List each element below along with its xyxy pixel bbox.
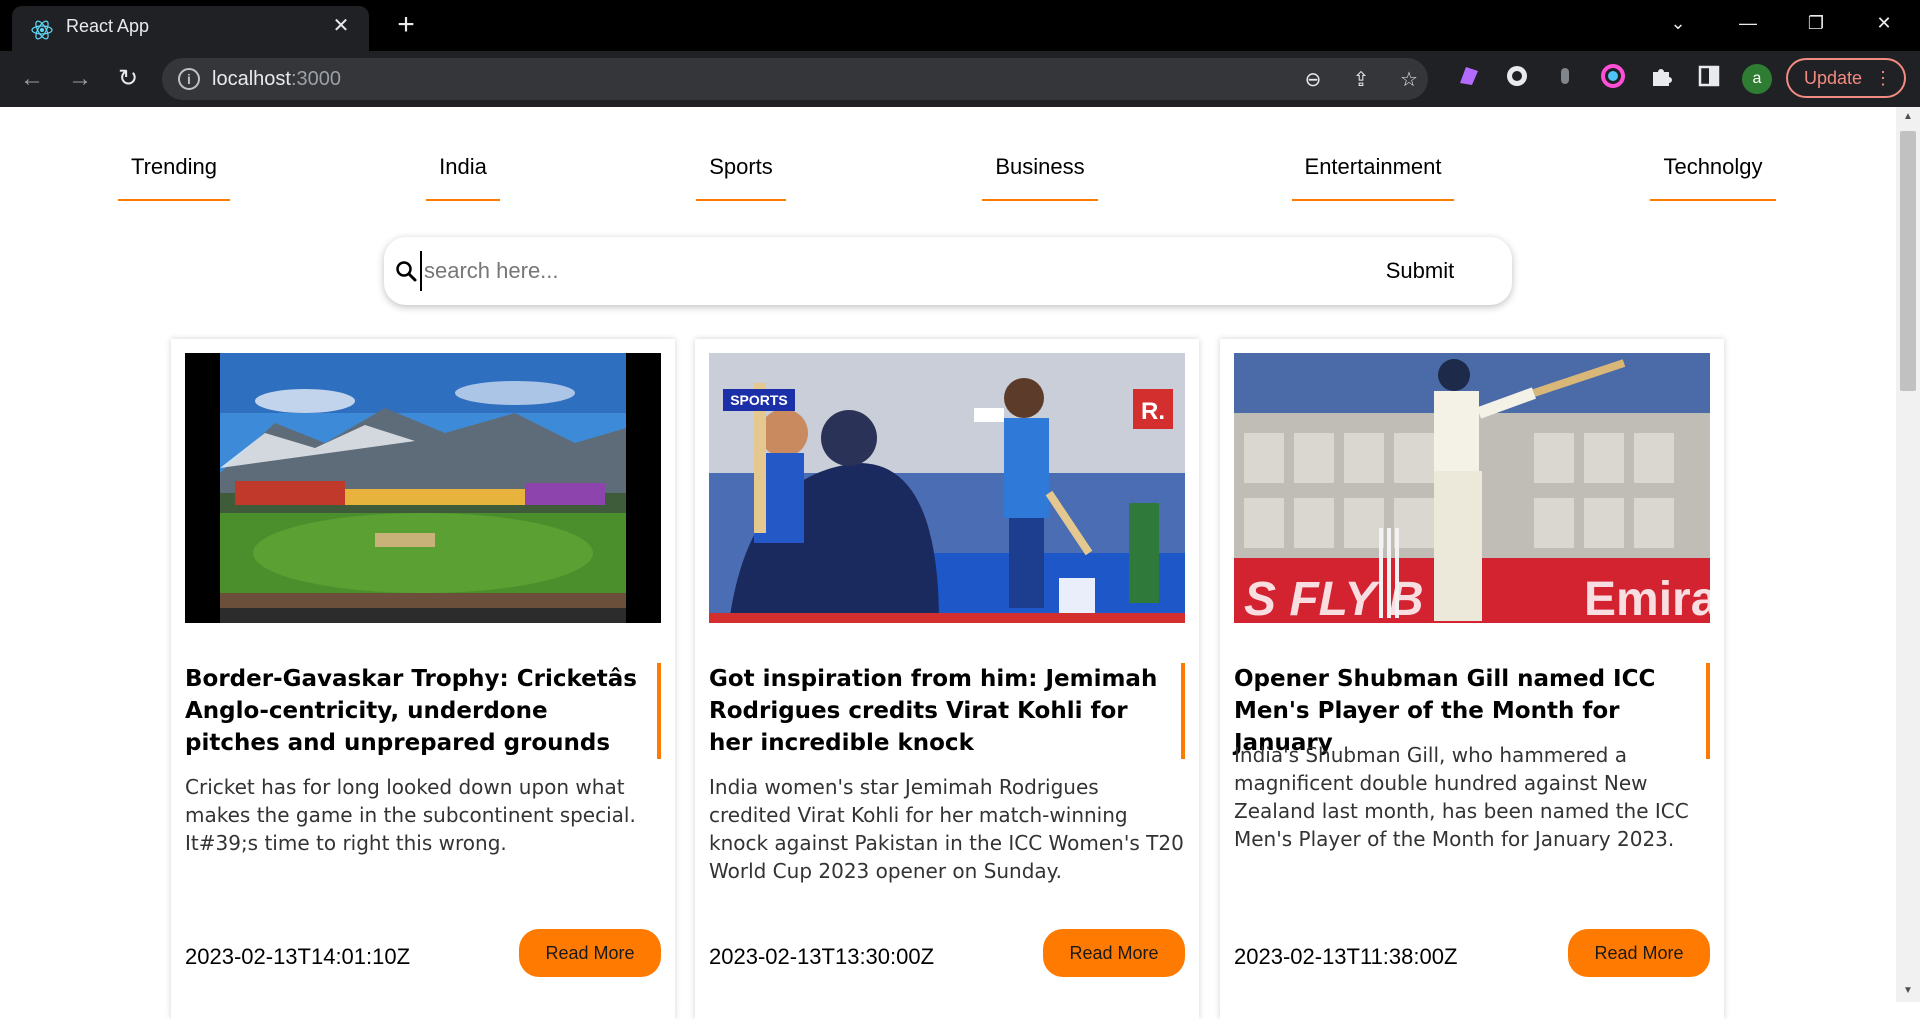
scroll-down-icon[interactable]: ▼	[1902, 985, 1914, 996]
card-date: 2023-02-13T13:30:00Z	[709, 944, 935, 969]
browser-tabbar: React App ✕ + ⌄ — ❐ ✕	[0, 0, 1920, 51]
nav-item-technology[interactable]: Technolgy	[1650, 147, 1776, 201]
extension-color-icon[interactable]	[1600, 63, 1626, 89]
address-bar[interactable]: i localhost:3000 ⊖ ⇪ ☆	[162, 58, 1428, 100]
card-description: India women's star Jemimah Rodrigues cre…	[709, 775, 1184, 883]
card-title: Border-Gavaskar Trophy: Cricketâs Anglo-…	[185, 663, 661, 759]
search-bar: Submit	[384, 237, 1512, 305]
url-text: localhost:3000	[212, 68, 341, 90]
extensions-puzzle-icon[interactable]	[1648, 63, 1674, 89]
card-date: 2023-02-13T14:01:10Z	[185, 944, 411, 969]
news-card: S FLY B Emira Opener Shubman Gill named …	[1220, 339, 1724, 1019]
update-button[interactable]: Update ⋮	[1786, 58, 1906, 98]
sports-badge: SPORTS	[730, 392, 788, 408]
read-more-button[interactable]: Read More	[1043, 929, 1185, 977]
republic-logo: R.	[1141, 398, 1165, 425]
page-scrollbar[interactable]: ▲ ▼	[1896, 107, 1920, 1002]
news-card: Border-Gavaskar Trophy: Cricketâs Anglo-…	[171, 339, 675, 1019]
news-image-stadium	[185, 353, 661, 623]
nav-item-entertainment[interactable]: Entertainment	[1292, 147, 1454, 201]
close-window-icon[interactable]: ✕	[1864, 8, 1904, 38]
zoom-icon[interactable]: ⊖	[1300, 67, 1326, 93]
reload-icon[interactable]: ↻	[112, 63, 144, 95]
new-tab-icon[interactable]: +	[390, 10, 422, 42]
bookmark-star-icon[interactable]: ☆	[1396, 67, 1422, 93]
news-image-batsman: S FLY B Emira	[1234, 353, 1710, 623]
extension-circle-icon[interactable]	[1504, 63, 1530, 89]
nav-item-trending[interactable]: Trending	[118, 147, 230, 201]
news-image-cricketers: SPORTS R.	[709, 353, 1185, 623]
nav-item-india[interactable]: India	[426, 147, 500, 201]
update-label: Update	[1804, 68, 1863, 88]
submit-button[interactable]: Submit	[1360, 251, 1480, 291]
read-more-button[interactable]: Read More	[1568, 929, 1710, 977]
forward-icon[interactable]: →	[64, 63, 96, 95]
profile-avatar[interactable]: a	[1742, 64, 1772, 94]
browser-toolbar: ← → ↻ i localhost:3000 ⊖ ⇪ ☆	[0, 51, 1920, 107]
side-panel-icon[interactable]	[1696, 63, 1722, 89]
search-input[interactable]	[420, 251, 1320, 291]
news-card: SPORTS R. Got inspiration from him: Jemi…	[695, 339, 1199, 1019]
browser-tab[interactable]: React App ✕	[12, 6, 369, 51]
restore-icon[interactable]: ❐	[1796, 8, 1836, 38]
banner-text-2: Emira	[1584, 573, 1710, 623]
card-description: India's Shubman Gill, who hammered a mag…	[1234, 743, 1689, 851]
extension-gray-icon[interactable]	[1552, 63, 1578, 89]
tab-title: React App	[66, 16, 150, 36]
site-info-icon[interactable]: i	[178, 68, 200, 90]
card-description: Cricket has for long looked down upon wh…	[185, 775, 636, 855]
nav-item-business[interactable]: Business	[982, 147, 1098, 201]
card-title: Got inspiration from him: Jemimah Rodrig…	[709, 663, 1185, 759]
card-date: 2023-02-13T11:38:00Z	[1234, 944, 1458, 969]
close-tab-icon[interactable]: ✕	[327, 12, 355, 40]
scroll-thumb[interactable]	[1900, 131, 1916, 391]
extension-purple-icon[interactable]	[1456, 63, 1482, 89]
nav-item-sports[interactable]: Sports	[696, 147, 786, 201]
minimize-icon[interactable]: —	[1728, 8, 1768, 38]
read-more-button[interactable]: Read More	[519, 929, 661, 977]
more-menu-icon[interactable]: ⋮	[1874, 60, 1892, 96]
share-icon[interactable]: ⇪	[1348, 67, 1374, 93]
scroll-up-icon[interactable]: ▲	[1902, 111, 1914, 122]
page-content: Trending India Sports Business Entertain…	[0, 107, 1896, 1019]
search-icon	[396, 261, 417, 282]
tab-search-icon[interactable]: ⌄	[1658, 8, 1698, 38]
react-icon	[31, 20, 53, 40]
back-icon[interactable]: ←	[16, 63, 48, 95]
